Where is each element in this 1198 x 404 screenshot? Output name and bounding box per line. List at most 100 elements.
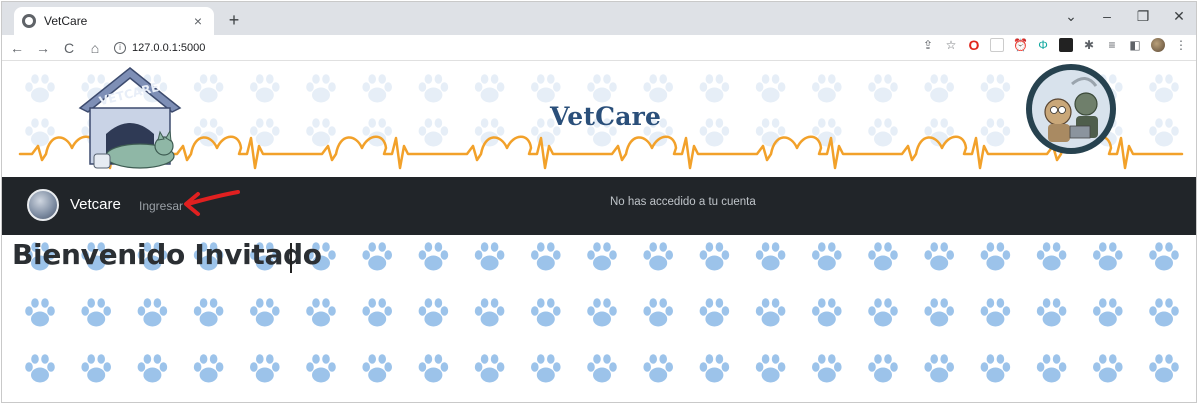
new-tab-button[interactable]: + bbox=[224, 10, 244, 31]
paw-print-icon bbox=[755, 298, 786, 327]
paw-print-icon bbox=[812, 298, 842, 327]
forward-button[interactable]: → bbox=[32, 40, 54, 56]
paw-print-icon bbox=[531, 354, 561, 383]
paw-print-icon bbox=[980, 298, 1011, 327]
paw-print-icon bbox=[587, 242, 617, 271]
reload-button[interactable]: C bbox=[58, 40, 80, 56]
tab-title: VetCare bbox=[44, 14, 88, 28]
paw-print-icon bbox=[362, 242, 393, 271]
paw-print-icon bbox=[980, 242, 1011, 271]
url-text: 127.0.0.1:5000 bbox=[132, 41, 206, 54]
teal-extension-icon[interactable]: Φ bbox=[1036, 38, 1050, 52]
home-button[interactable]: ⌂ bbox=[84, 40, 106, 56]
paw-print-icon bbox=[980, 354, 1011, 383]
paw-print-icon bbox=[306, 354, 336, 383]
paw-print-icon bbox=[250, 298, 280, 327]
paw-print-icon bbox=[418, 298, 449, 327]
header-banner: VETCARE VetCare bbox=[2, 62, 1196, 177]
paw-print-icon bbox=[193, 298, 224, 327]
browser-window: VetCare × + ⌄ – ❐ ✕ ← → C ⌂ i 127.0.0.1:… bbox=[1, 1, 1197, 403]
reading-list-icon[interactable]: ≡ bbox=[1105, 38, 1119, 52]
paw-print-icon bbox=[137, 298, 168, 327]
tab-search-dropdown-icon[interactable]: ⌄ bbox=[1060, 8, 1082, 25]
paw-print-icon bbox=[643, 298, 673, 327]
paw-print-icon bbox=[1149, 354, 1179, 383]
paw-print-icon bbox=[812, 354, 842, 383]
paw-print-icon bbox=[587, 298, 617, 327]
paw-print-icon bbox=[25, 354, 55, 383]
tab-strip: VetCare × + ⌄ – ❐ ✕ bbox=[2, 2, 1196, 35]
dark-extension-icon[interactable] bbox=[1059, 38, 1073, 52]
paw-print-icon bbox=[643, 242, 673, 271]
paw-print-icon bbox=[1093, 354, 1123, 383]
address-bar[interactable]: i 127.0.0.1:5000 bbox=[114, 38, 874, 58]
paw-print-icon bbox=[474, 354, 505, 383]
vetcare-vets-logo bbox=[1026, 64, 1116, 154]
paw-print-icon bbox=[418, 242, 449, 271]
login-status-text: No has accedido a tu cuenta bbox=[610, 196, 756, 208]
svg-text:VETCARE: VETCARE bbox=[98, 80, 161, 108]
vetcare-doghouse-logo: VETCARE bbox=[78, 67, 182, 169]
kebab-menu-icon[interactable]: ⋮ bbox=[1174, 38, 1188, 52]
browser-tab[interactable]: VetCare × bbox=[14, 7, 214, 35]
blank-extension-icon[interactable] bbox=[990, 38, 1004, 52]
profile-avatar-icon[interactable] bbox=[1151, 38, 1165, 52]
alarm-extension-icon[interactable]: ⏰ bbox=[1013, 38, 1028, 52]
paw-print-icon bbox=[643, 354, 673, 383]
paw-print-icon bbox=[924, 354, 954, 383]
paw-print-icon bbox=[1149, 242, 1179, 271]
window-controls: ⌄ – ❐ ✕ bbox=[1060, 8, 1190, 25]
extension-icons: ⇪ ☆ O ⏰ Φ ✱ ≡ ◧ ⋮ bbox=[921, 38, 1188, 52]
paw-print-icon bbox=[250, 354, 280, 383]
paw-print-icon bbox=[699, 298, 730, 327]
text-caret bbox=[290, 243, 292, 273]
opera-extension-icon[interactable]: O bbox=[967, 38, 981, 52]
paw-print-icon bbox=[137, 354, 168, 383]
paw-print-icon bbox=[531, 242, 561, 271]
paw-print-icon bbox=[868, 298, 898, 327]
web-page: VETCARE VetCare Vetcare Ingresar No has … bbox=[2, 62, 1196, 402]
paw-print-icon bbox=[418, 354, 449, 383]
paw-print-icon bbox=[81, 354, 111, 383]
close-window-button[interactable]: ✕ bbox=[1168, 8, 1190, 25]
paw-print-icon bbox=[699, 242, 730, 271]
paw-print-icon bbox=[1093, 242, 1123, 271]
paw-print-icon bbox=[1093, 298, 1123, 327]
paw-print-icon bbox=[81, 298, 111, 327]
close-tab-icon[interactable]: × bbox=[190, 13, 206, 29]
navbar: Vetcare Ingresar No has accedido a tu cu… bbox=[2, 177, 1196, 235]
site-info-icon[interactable]: i bbox=[114, 41, 126, 54]
paw-print-icon bbox=[699, 354, 730, 383]
paw-print-icon bbox=[868, 354, 898, 383]
paw-print-icon bbox=[755, 242, 786, 271]
paw-print-icon bbox=[587, 354, 617, 383]
paw-print-icon bbox=[924, 242, 954, 271]
paw-print-icon bbox=[474, 242, 505, 271]
paw-print-icon bbox=[474, 298, 505, 327]
side-panel-icon[interactable]: ◧ bbox=[1128, 38, 1142, 52]
brand-avatar-icon[interactable] bbox=[27, 189, 59, 221]
paw-print-icon bbox=[362, 354, 393, 383]
globe-favicon-icon bbox=[22, 14, 36, 28]
paw-print-icon bbox=[868, 242, 898, 271]
paw-print-icon bbox=[193, 354, 224, 383]
welcome-heading: Bienvenido Invitado bbox=[12, 238, 322, 271]
minimize-button[interactable]: – bbox=[1096, 8, 1118, 25]
navbar-brand[interactable]: Vetcare bbox=[70, 196, 121, 213]
paw-print-icon bbox=[362, 298, 393, 327]
paw-print-icon bbox=[812, 242, 842, 271]
red-annotation-arrow-icon bbox=[184, 190, 240, 216]
paw-print-icon bbox=[25, 298, 55, 327]
paw-print-icon bbox=[1036, 354, 1067, 383]
star-bookmark-icon[interactable]: ☆ bbox=[944, 38, 958, 52]
paw-print-icon bbox=[306, 298, 336, 327]
back-button[interactable]: ← bbox=[6, 40, 28, 56]
paw-print-icon bbox=[1149, 298, 1179, 327]
paw-print-icon bbox=[755, 354, 786, 383]
maximize-button[interactable]: ❐ bbox=[1132, 8, 1154, 25]
share-icon[interactable]: ⇪ bbox=[921, 38, 935, 52]
paw-print-icon bbox=[1036, 298, 1067, 327]
site-title: VetCare bbox=[550, 102, 662, 131]
paw-print-icon bbox=[1036, 242, 1067, 271]
puzzle-extensions-icon[interactable]: ✱ bbox=[1082, 38, 1096, 52]
